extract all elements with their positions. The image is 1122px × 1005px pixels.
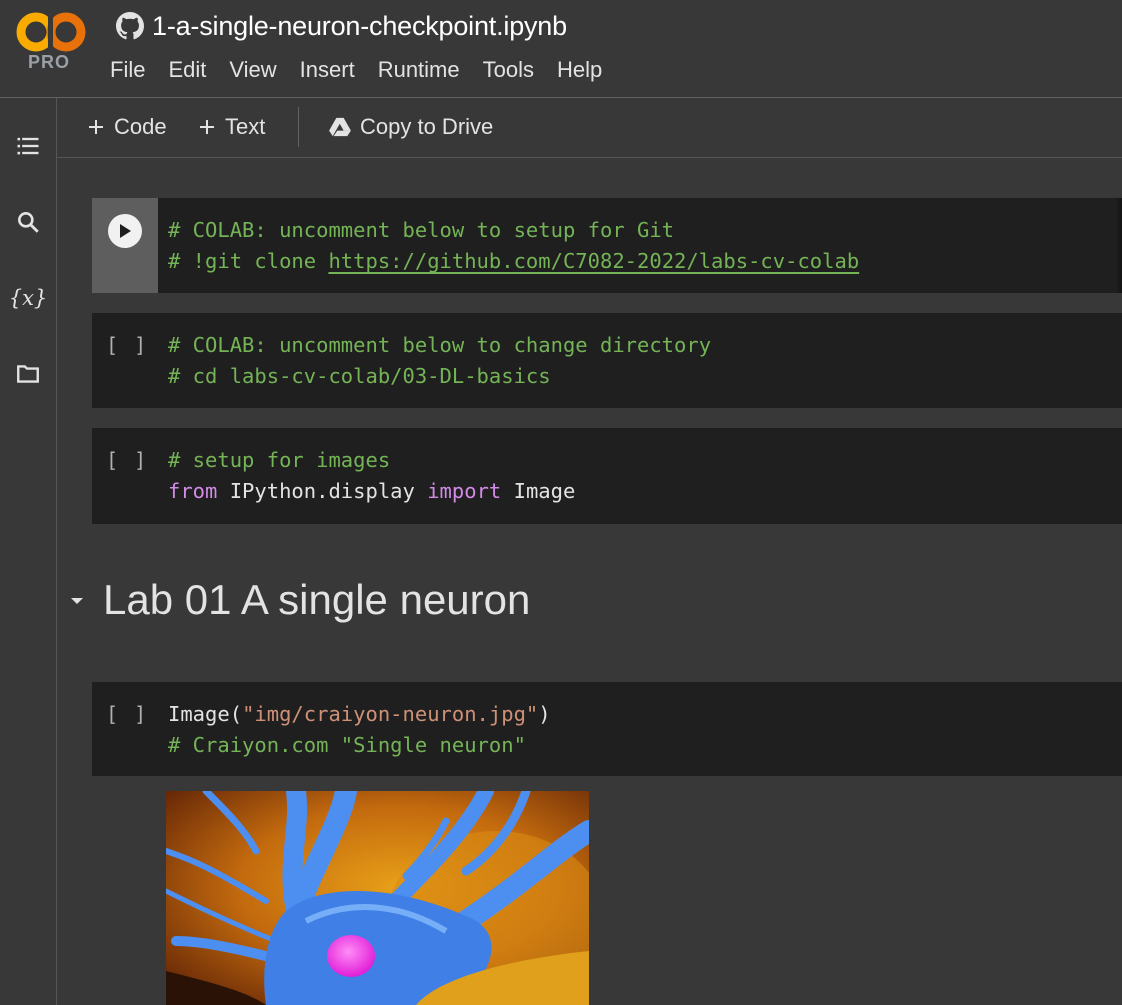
execution-count: [ ] xyxy=(106,702,149,726)
github-icon xyxy=(116,12,144,40)
code-editor[interactable]: # COLAB: uncomment below to setup for Gi… xyxy=(168,215,859,277)
add-code-button[interactable]: Code xyxy=(87,112,167,142)
notebook-title[interactable]: 1-a-single-neuron-checkpoint.ipynb xyxy=(152,11,567,42)
menu-view[interactable]: View xyxy=(229,57,288,83)
google-drive-icon xyxy=(329,117,351,137)
table-of-contents-icon[interactable] xyxy=(10,128,46,164)
cell-output-image xyxy=(166,791,589,1005)
menu-insert[interactable]: Insert xyxy=(300,57,367,83)
notebook-toolbar: Code Text Copy to Drive xyxy=(57,98,1122,158)
pro-badge: PRO xyxy=(28,52,71,72)
code-cell[interactable]: [ ] Image("img/craiyon-neuron.jpg") # Cr… xyxy=(92,682,1122,776)
code-cell[interactable]: [ ] # setup for images from IPython.disp… xyxy=(92,428,1122,524)
menu-file[interactable]: File xyxy=(110,57,157,83)
execution-count: [ ] xyxy=(106,333,149,357)
collapse-caret-icon[interactable] xyxy=(65,588,89,612)
execution-count: [ ] xyxy=(106,448,149,472)
cell-gutter: [ ] xyxy=(92,682,158,776)
menu-tools[interactable]: Tools xyxy=(483,57,546,83)
github-link[interactable]: https://github.com/C7082-2022/labs-cv-co… xyxy=(328,249,859,273)
copy-to-drive-button[interactable]: Copy to Drive xyxy=(329,112,493,142)
left-rail: {x} xyxy=(0,98,57,1005)
menu-edit[interactable]: Edit xyxy=(168,57,218,83)
variables-icon[interactable]: {x} xyxy=(9,280,48,316)
menu-runtime[interactable]: Runtime xyxy=(378,57,472,83)
add-text-button[interactable]: Text xyxy=(198,112,265,142)
toolbar-divider xyxy=(298,107,299,147)
code-editor[interactable]: # setup for images from IPython.display … xyxy=(168,445,575,507)
cell-gutter xyxy=(92,198,158,293)
code-cell[interactable]: [ ] # COLAB: uncomment below to change d… xyxy=(92,313,1122,408)
notebook-body: # COLAB: uncomment below to setup for Gi… xyxy=(57,158,1122,1005)
section-heading: Lab 01 A single neuron xyxy=(65,576,530,624)
cell-gutter: [ ] xyxy=(92,428,158,524)
code-cell[interactable]: # COLAB: uncomment below to setup for Gi… xyxy=(92,198,1122,293)
cell-gutter: [ ] xyxy=(92,313,158,408)
run-cell-button[interactable] xyxy=(108,214,142,248)
code-editor[interactable]: # COLAB: uncomment below to change direc… xyxy=(168,330,711,392)
plus-icon xyxy=(200,120,214,134)
folder-icon[interactable] xyxy=(10,356,46,392)
menu-help[interactable]: Help xyxy=(557,57,614,83)
code-editor[interactable]: Image("img/craiyon-neuron.jpg") # Craiyo… xyxy=(168,699,551,761)
plus-icon xyxy=(89,120,103,134)
play-icon xyxy=(120,224,131,238)
section-title: Lab 01 A single neuron xyxy=(103,576,531,623)
search-icon[interactable] xyxy=(10,204,46,240)
app-header: PRO 1-a-single-neuron-checkpoint.ipynb F… xyxy=(0,0,1122,98)
notebook-title-row: 1-a-single-neuron-checkpoint.ipynb xyxy=(116,8,567,44)
menu-bar: File Edit View Insert Runtime Tools Help xyxy=(110,57,625,83)
